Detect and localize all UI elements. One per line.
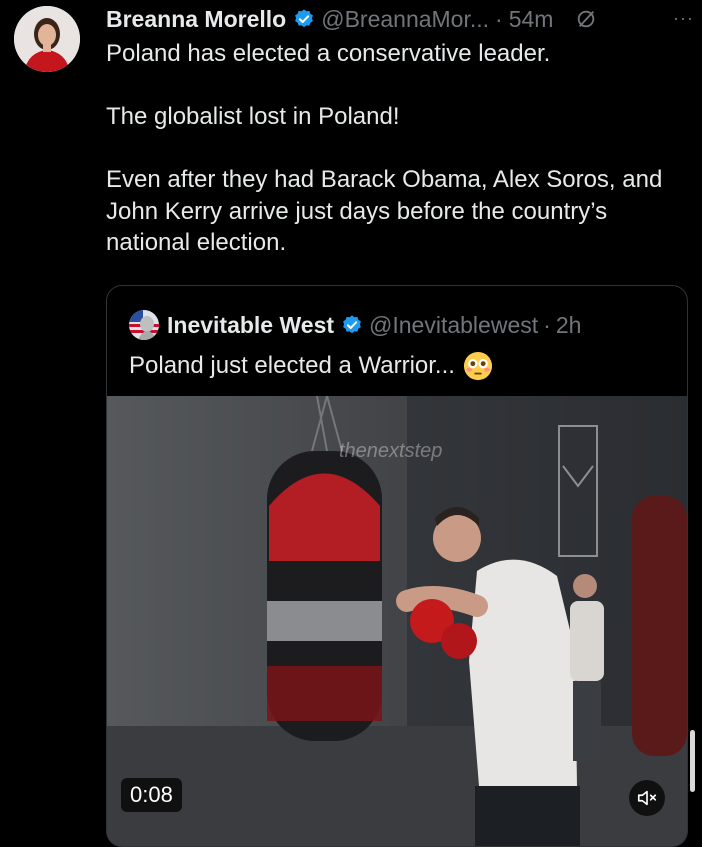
video-player[interactable]: thenextstep 0:08 (107, 396, 687, 846)
more-options-icon[interactable]: ··· (673, 8, 694, 29)
speaker-muted-icon (637, 790, 657, 806)
scrollbar-thumb[interactable] (690, 730, 695, 792)
quoted-text: Poland just elected a Warrior... (129, 352, 455, 379)
video-duration-badge: 0:08 (121, 778, 182, 812)
quoted-tweet[interactable]: Inevitable West @Inevitablewest · 2h Pol… (106, 285, 688, 847)
quoted-header: Inevitable West @Inevitablewest · 2h (129, 308, 581, 342)
verified-badge-icon (343, 315, 361, 334)
tweet-body: Poland has elected a conservative leader… (106, 38, 686, 259)
video-watermark: thenextstep (339, 440, 443, 462)
author-avatar[interactable] (14, 6, 80, 72)
tweet-paragraph: Poland has elected a conservative leader… (106, 40, 551, 67)
tweet-paragraph: Even after they had Barack Obama, Alex S… (106, 166, 663, 256)
mute-button[interactable] (629, 780, 665, 816)
flushed-face-icon (463, 351, 492, 381)
separator-dot: · (543, 311, 551, 338)
quoted-author-name[interactable]: Inevitable West (167, 312, 334, 339)
separator-dot: · (495, 5, 503, 32)
tweet-time[interactable]: 54m (509, 6, 554, 33)
tweet-paragraph: The globalist lost in Poland! (106, 103, 400, 130)
quoted-time[interactable]: 2h (556, 312, 582, 339)
tweet-header: Breanna Morello @BreannaMor... · 54m (106, 2, 696, 36)
quoted-text-row: Poland just elected a Warrior... (129, 351, 493, 381)
quoted-avatar[interactable] (129, 310, 159, 340)
author-name[interactable]: Breanna Morello (106, 6, 286, 33)
quoted-author-handle[interactable]: @Inevitablewest (369, 312, 538, 339)
author-handle[interactable]: @BreannaMor... (321, 6, 489, 33)
verified-badge-icon (295, 9, 314, 28)
video-frame (107, 396, 687, 846)
grok-icon[interactable] (575, 8, 597, 30)
